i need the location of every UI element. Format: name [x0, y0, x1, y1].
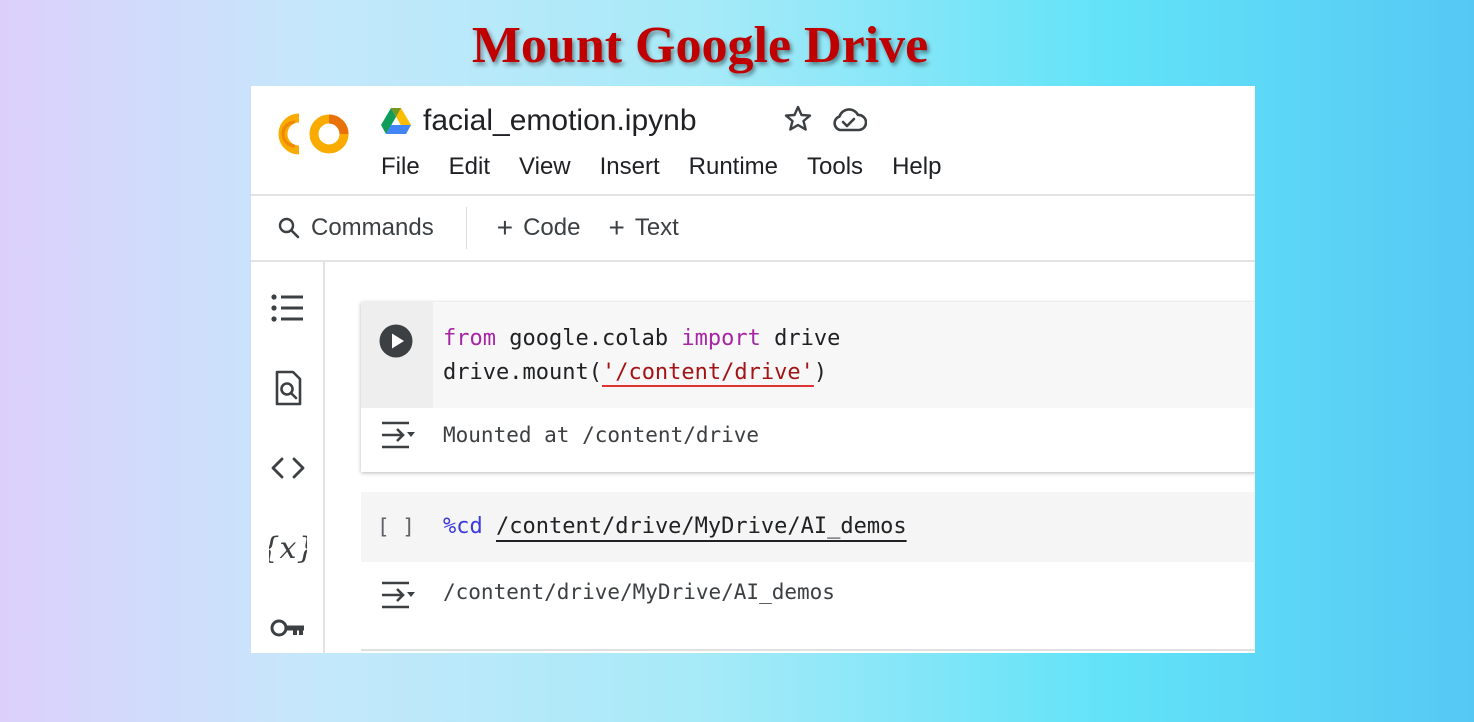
header-divider — [251, 194, 1255, 196]
secrets-key-icon[interactable] — [269, 610, 307, 646]
code-snippets-icon[interactable] — [269, 450, 307, 486]
variables-icon[interactable]: {x} — [269, 530, 307, 566]
add-text-label: Text — [634, 214, 679, 241]
code-path: /content/drive/MyDrive/AI_demos — [496, 514, 907, 539]
code-text: ) — [813, 360, 828, 385]
menu-insert[interactable]: Insert — [600, 150, 660, 184]
cloud-saved-icon[interactable] — [831, 106, 867, 134]
search-icon — [278, 217, 300, 239]
menu-tools[interactable]: Tools — [807, 150, 863, 184]
menu-edit[interactable]: Edit — [449, 150, 490, 184]
code-text: drive.mount( — [443, 360, 602, 385]
commands-label: Commands — [311, 214, 434, 241]
cell-divider — [361, 649, 1255, 651]
menu-help[interactable]: Help — [892, 150, 941, 184]
code-keyword: import — [681, 326, 761, 351]
commands-button[interactable]: Commands — [277, 214, 434, 242]
table-of-contents-icon[interactable] — [269, 290, 307, 326]
add-code-button[interactable]: + Code — [497, 214, 581, 242]
menu-bar: File Edit View Insert Runtime Tools Help — [381, 150, 970, 184]
output-toggle-icon[interactable] — [379, 580, 417, 610]
plus-icon: + — [608, 212, 625, 243]
google-drive-icon — [381, 107, 411, 134]
menu-view[interactable]: View — [519, 150, 571, 184]
code-keyword: from — [443, 326, 496, 351]
add-text-button[interactable]: + Text — [608, 214, 678, 242]
code-text: drive — [760, 326, 841, 351]
toolbar-separator — [465, 207, 467, 249]
find-icon[interactable] — [269, 370, 307, 406]
code-magic: %cd — [443, 514, 483, 539]
add-code-label: Code — [523, 214, 581, 241]
menu-runtime[interactable]: Runtime — [689, 150, 778, 184]
colab-screenshot: facial_emotion.ipynb File Edit View Inse… — [251, 86, 1255, 653]
cell-output: /content/drive/MyDrive/AI_demos — [443, 580, 835, 604]
code-line: from google.colab import drive — [443, 322, 840, 356]
code-line: drive.mount('/content/drive') — [443, 356, 840, 390]
execution-count[interactable]: [ ] — [377, 510, 415, 544]
svg-text:{x}: {x} — [269, 531, 307, 566]
code-cell-mount[interactable]: from google.colab import drive drive.moun… — [361, 302, 1255, 472]
toolbar-divider — [251, 260, 1255, 262]
code-string: '/content/drive' — [601, 360, 814, 385]
toolbar: Commands + Code + Text — [277, 207, 679, 249]
cell-code[interactable]: from google.colab import drive drive.moun… — [443, 322, 840, 390]
notebook-title-row: facial_emotion.ipynb — [381, 100, 697, 142]
code-text: google.colab — [495, 326, 682, 351]
run-cell-icon[interactable] — [379, 324, 413, 358]
plus-icon: + — [496, 212, 514, 243]
output-toggle-icon[interactable] — [379, 420, 417, 450]
cell-output: Mounted at /content/drive — [443, 423, 760, 447]
notebook-file-name[interactable]: facial_emotion.ipynb — [423, 101, 697, 141]
left-sidebar: {x} — [251, 262, 325, 653]
colab-logo[interactable] — [275, 110, 351, 158]
slide-title: Mount Google Drive — [471, 17, 929, 74]
cell-code[interactable]: %cd /content/drive/MyDrive/AI_demos — [443, 510, 907, 544]
code-cell-cd[interactable]: [ ] %cd /content/drive/MyDrive/AI_demos — [361, 492, 1255, 562]
star-icon[interactable] — [783, 104, 813, 134]
menu-file[interactable]: File — [381, 150, 420, 184]
